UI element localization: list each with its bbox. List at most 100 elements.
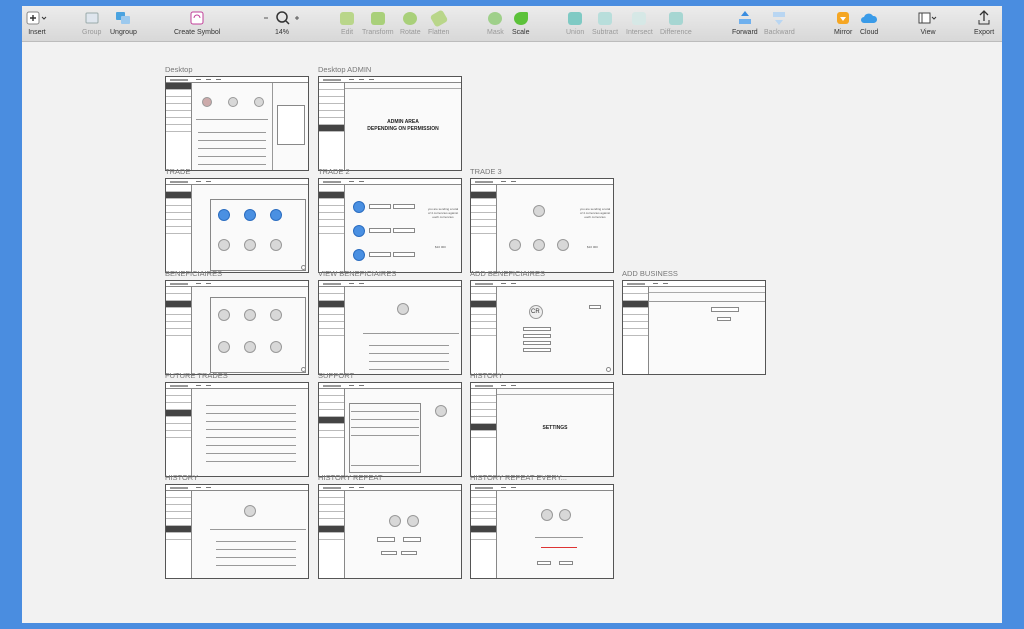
intersect-icon <box>632 11 647 25</box>
artboard-trade[interactable]: TRADE <box>165 167 309 273</box>
mask-icon <box>488 11 503 25</box>
insert-button[interactable]: Insert <box>26 10 48 36</box>
artboard-beneficiaires[interactable]: BENEFICIAIRES <box>165 269 309 375</box>
artboard-view-beneficiaires[interactable]: VIEW BENEFICIAIRES <box>318 269 462 375</box>
avatar-initials: CR <box>531 309 540 315</box>
artboard-title: FUTURE TRADES <box>165 371 228 380</box>
artboard-trade-3[interactable]: TRADE 3 you are sending a total of 4 cur… <box>470 167 614 273</box>
artboard-trade-2[interactable]: TRADE 2 you are sending a total of 4 cur… <box>318 167 462 273</box>
flatten-icon <box>429 8 449 28</box>
settings-title: SETTINGS <box>542 425 568 431</box>
sketch-window: Insert Group Ungroup Create Symbol 14% E… <box>22 6 1002 623</box>
artboard-title: TRADE 2 <box>318 167 350 176</box>
trade-note: you are sending a total of 4 currencies … <box>579 207 611 219</box>
scale-label: Scale <box>512 29 530 36</box>
artboard-title: HISTORY <box>470 371 504 380</box>
backward-icon <box>771 10 787 26</box>
difference-icon <box>668 11 683 25</box>
symbol-icon <box>190 10 204 26</box>
mirror-icon <box>836 10 850 26</box>
backward-button[interactable]: Backward <box>764 10 795 36</box>
plus-icon <box>26 10 48 26</box>
artboard-history-repeat-every[interactable]: HISTORY REPEAT EVERY... <box>470 473 614 579</box>
backward-label: Backward <box>764 29 795 36</box>
artboard-title: SUPPORT <box>318 371 355 380</box>
toolbar: Insert Group Ungroup Create Symbol 14% E… <box>22 6 1002 42</box>
create-symbol-label: Create Symbol <box>174 29 221 36</box>
transform-icon <box>370 11 385 25</box>
insert-label: Insert <box>28 29 46 36</box>
export-label: Export <box>974 29 995 36</box>
artboard-title: Desktop <box>165 65 193 74</box>
forward-button[interactable]: Forward <box>732 10 758 36</box>
subtract-button[interactable]: Subtract <box>592 10 618 36</box>
union-label: Union <box>566 29 585 36</box>
forward-icon <box>737 10 753 26</box>
ungroup-label: Ungroup <box>110 29 137 36</box>
difference-label: Difference <box>660 29 692 36</box>
transform-button[interactable]: Transform <box>362 10 394 36</box>
cloud-icon <box>860 10 878 26</box>
zoom-level: 14% <box>274 29 289 36</box>
artboard-frame: ADMIN AREA DEPENDING ON PERMISSION <box>318 76 462 171</box>
magnifier-icon <box>262 10 302 26</box>
scale-icon <box>513 11 528 25</box>
canvas[interactable]: Desktop Desktop ADMIN ADMIN AREA DEPENDI… <box>22 43 1002 623</box>
artboard-settings[interactable]: HISTORY SETTINGS <box>470 371 614 477</box>
artboard-title: ADD BUSINESS <box>622 269 678 278</box>
ungroup-button[interactable]: Ungroup <box>110 10 137 36</box>
subtract-icon <box>598 11 613 25</box>
artboard-title: ADD BENEFICIAIRES <box>470 269 546 278</box>
export-icon <box>977 10 991 26</box>
view-button[interactable]: View <box>918 10 938 36</box>
cloud-label: Cloud <box>860 29 879 36</box>
group-button[interactable]: Group <box>82 10 101 36</box>
edit-button[interactable]: Edit <box>340 10 354 36</box>
group-label: Group <box>82 29 102 36</box>
artboard-add-beneficiaires[interactable]: ADD BENEFICIAIRES CR <box>470 269 614 375</box>
mask-button[interactable]: Mask <box>487 10 504 36</box>
artboard-frame <box>165 76 309 171</box>
trade-amount: $10 000 <box>435 245 446 249</box>
create-symbol-button[interactable]: Create Symbol <box>174 10 220 36</box>
trade-note: you are sending a total of 4 currencies … <box>427 207 459 219</box>
artboard-add-business[interactable]: ADD BUSINESS <box>622 269 766 375</box>
artboard-title: TRADE 3 <box>470 167 502 176</box>
artboard-title: HISTORY <box>165 473 199 482</box>
export-button[interactable]: Export <box>974 10 994 36</box>
union-icon <box>568 11 583 25</box>
artboard-title: VIEW BENEFICIAIRES <box>318 269 397 278</box>
subtract-label: Subtract <box>592 29 619 36</box>
artboard-future-trades[interactable]: FUTURE TRADES <box>165 371 309 477</box>
transform-label: Transform <box>362 29 394 36</box>
artboard-history[interactable]: HISTORY <box>165 473 309 579</box>
artboard-title: HISTORY REPEAT EVERY... <box>470 473 567 482</box>
artboard-desktop[interactable]: Desktop <box>165 65 309 171</box>
trade-amount: $10 000 <box>587 245 598 249</box>
mask-label: Mask <box>487 29 504 36</box>
flatten-button[interactable]: Flatten <box>428 8 449 36</box>
artboard-desktop-admin[interactable]: Desktop ADMIN ADMIN AREA DEPENDING ON PE… <box>318 65 462 171</box>
artboard-support[interactable]: SUPPORT <box>318 371 462 477</box>
admin-area-title: ADMIN AREA <box>387 119 419 125</box>
rotate-button[interactable]: Rotate <box>400 10 421 36</box>
artboard-title: Desktop ADMIN <box>318 65 372 74</box>
union-button[interactable]: Union <box>566 10 584 36</box>
artboard-title: HISTORY REPEAT <box>318 473 383 482</box>
ungroup-icon <box>115 10 131 26</box>
cloud-button[interactable]: Cloud <box>860 10 878 36</box>
mirror-label: Mirror <box>834 29 853 36</box>
scale-button[interactable]: Scale <box>512 10 530 36</box>
artboard-title: BENEFICIAIRES <box>165 269 223 278</box>
group-icon <box>84 10 100 26</box>
rotate-icon <box>403 11 418 25</box>
artboard-title: TRADE <box>165 167 191 176</box>
edit-label: Edit <box>340 29 354 36</box>
zoom-control[interactable]: 14% <box>262 10 302 36</box>
difference-button[interactable]: Difference <box>660 10 692 36</box>
artboard-history-repeat[interactable]: HISTORY REPEAT <box>318 473 462 579</box>
admin-area-subtitle: DEPENDING ON PERMISSION <box>367 126 439 132</box>
intersect-button[interactable]: Intersect <box>626 10 653 36</box>
mirror-button[interactable]: Mirror <box>834 10 852 36</box>
edit-icon <box>340 11 354 25</box>
